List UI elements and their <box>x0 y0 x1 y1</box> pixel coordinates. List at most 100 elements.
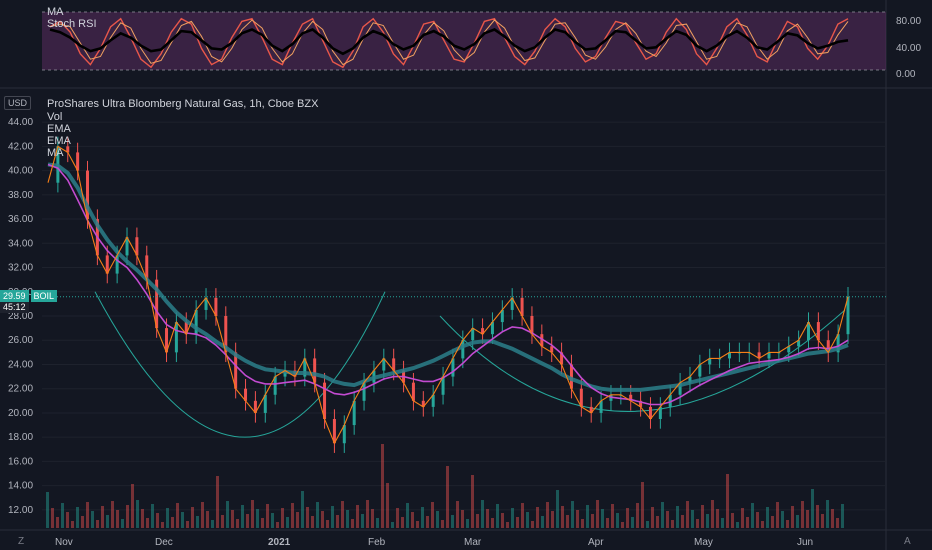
volume-bar <box>506 522 509 528</box>
x-axis-label: Jun <box>797 537 813 548</box>
volume-bar <box>96 520 99 528</box>
volume-bar <box>816 505 819 528</box>
volume-bar <box>456 501 459 528</box>
volume-bar <box>396 508 399 528</box>
volume-bar <box>126 505 129 528</box>
x-axis-label: Apr <box>588 537 604 548</box>
y-tick-label: 36.00 <box>8 214 33 225</box>
volume-bar <box>491 518 494 528</box>
volume-bar <box>226 501 229 528</box>
volume-bar <box>766 507 769 528</box>
volume-bar <box>681 515 684 528</box>
volume-bar <box>596 500 599 528</box>
y-tick-label: 12.00 <box>8 505 33 516</box>
volume-bar <box>781 511 784 528</box>
volume-bar <box>626 508 629 528</box>
volume-bar <box>231 510 234 528</box>
volume-bar <box>146 518 149 528</box>
volume-bar <box>376 518 379 528</box>
volume-bar <box>711 500 714 528</box>
volume-bar <box>526 512 529 528</box>
volume-bar <box>771 516 774 528</box>
volume-bar <box>261 518 264 528</box>
x-axis-label: 2021 <box>268 537 291 548</box>
volume-bar <box>721 518 724 528</box>
volume-bar <box>426 516 429 528</box>
volume-bar <box>336 515 339 528</box>
volume-bar <box>191 507 194 528</box>
volume-bar <box>366 500 369 528</box>
volume-bar <box>176 503 179 528</box>
indicator-ma-label[interactable]: MA <box>47 147 64 159</box>
volume-bar <box>566 515 569 528</box>
volume-bar <box>56 517 59 528</box>
volume-bar <box>621 522 624 528</box>
volume-bar <box>331 506 334 528</box>
x-axis-label: May <box>694 537 713 548</box>
volume-bar <box>726 474 729 528</box>
timezone-button[interactable]: Z <box>18 536 24 547</box>
y-tick-label: 22.00 <box>8 384 33 395</box>
volume-bar <box>536 507 539 528</box>
volume-bar <box>236 519 239 528</box>
volume-bar <box>531 521 534 528</box>
volume-bar <box>256 509 259 528</box>
volume-bar <box>151 504 154 528</box>
volume-bar <box>246 514 249 528</box>
volume-bar <box>656 516 659 528</box>
volume-bar <box>701 505 704 528</box>
volume-bar <box>251 500 254 528</box>
y-tick-label: 26.00 <box>8 335 33 346</box>
volume-bar <box>586 505 589 528</box>
volume-bar <box>301 491 304 528</box>
volume-bar <box>786 520 789 528</box>
volume-bar <box>381 444 384 528</box>
last-price-badge: 29.59 BOIL <box>0 290 58 302</box>
volume-bar <box>431 502 434 528</box>
volume-bar <box>546 502 549 528</box>
volume-bar <box>321 511 324 528</box>
volume-bar <box>361 514 364 528</box>
volume-bar <box>821 514 824 528</box>
volume-bar <box>581 519 584 528</box>
x-axis-label: Mar <box>464 537 482 548</box>
volume-bar <box>76 507 79 528</box>
osc-y-tick: 0.00 <box>896 69 916 80</box>
volume-bar <box>106 515 109 528</box>
volume-bar <box>286 517 289 528</box>
y-tick-label: 20.00 <box>8 408 33 419</box>
auto-scale-button[interactable]: A <box>904 536 911 547</box>
volume-bar <box>436 511 439 528</box>
volume-bar <box>356 505 359 528</box>
y-tick-label: 34.00 <box>8 238 33 249</box>
volume-bar <box>216 476 219 528</box>
indicator-ema1-label[interactable]: EMA <box>47 123 71 135</box>
volume-bar <box>371 509 374 528</box>
chart-canvas[interactable]: 80.00 40.00 0.00 44.00 42.00 40.00 38.00 36.00 3… <box>0 0 932 550</box>
y-tick-label: 42.00 <box>8 141 33 152</box>
volume-bar <box>486 509 489 528</box>
volume-bar <box>496 504 499 528</box>
volume-bar <box>646 521 649 528</box>
currency-badge[interactable]: USD <box>4 96 32 110</box>
x-axis-label: Nov <box>55 537 73 548</box>
volume-bar <box>266 504 269 528</box>
volume-bar <box>71 521 74 528</box>
last-price-value: 29.59 <box>0 290 29 302</box>
volume-bar <box>666 511 669 528</box>
volume-bar <box>161 522 164 528</box>
indicator-ema2-label[interactable]: EMA <box>47 135 71 147</box>
volume-bar <box>806 510 809 528</box>
y-tick-label: 14.00 <box>8 481 33 492</box>
volume-bar <box>296 512 299 528</box>
indicator-vol-label[interactable]: Vol <box>47 111 62 123</box>
volume-bar <box>686 501 689 528</box>
volume-bar <box>86 502 89 528</box>
volume-bar <box>451 515 454 528</box>
volume-bar <box>316 502 319 528</box>
volume-bar <box>831 509 834 528</box>
volume-bar <box>46 492 49 528</box>
volume-bar <box>206 511 209 528</box>
volume-bar <box>801 501 804 528</box>
volume-bar <box>91 511 94 528</box>
